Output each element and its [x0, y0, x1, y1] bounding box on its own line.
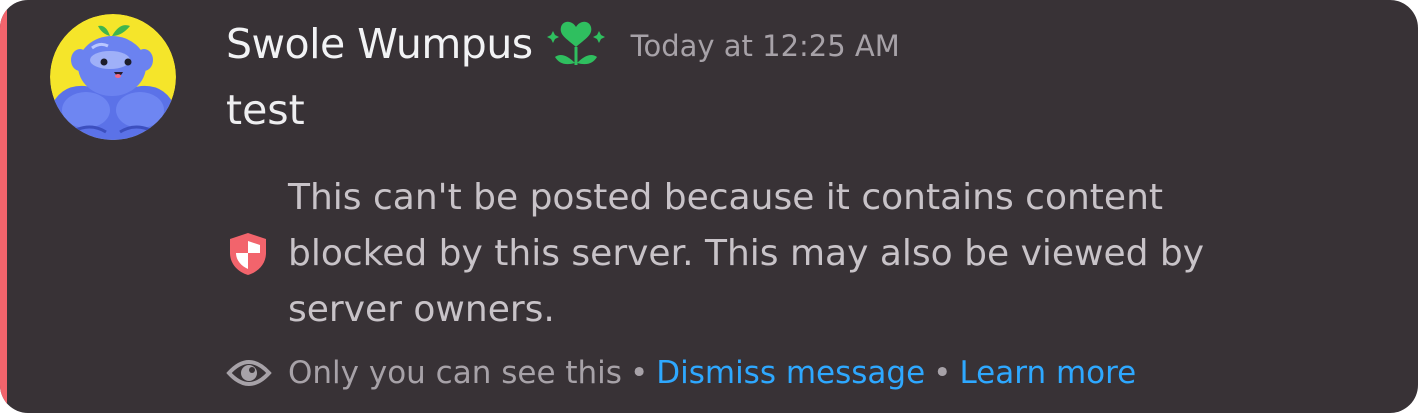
- blocked-notice-text: This can't be posted because it contains…: [288, 177, 1205, 330]
- eye-icon: [226, 353, 272, 393]
- learn-more-link[interactable]: Learn more: [959, 355, 1136, 391]
- shield-icon: [226, 231, 270, 277]
- message-footer: Only you can see this • Dismiss message …: [226, 345, 1136, 401]
- message-content: test: [226, 86, 305, 134]
- message-header: Swole Wumpus Today at 12:25 AM: [226, 14, 900, 74]
- message-timestamp[interactable]: Today at 12:25 AM: [631, 25, 900, 63]
- blocked-message-card: Swole Wumpus Today at 12:25 AM test This…: [0, 0, 1418, 413]
- blocked-content-notice: This can't be posted because it contains…: [226, 170, 1326, 338]
- separator-dot: •: [933, 355, 952, 391]
- wumpus-avatar-image: [50, 14, 176, 140]
- alert-accent-bar: [0, 0, 7, 413]
- separator-dot: •: [629, 355, 649, 391]
- dismiss-message-link[interactable]: Dismiss message: [656, 355, 925, 391]
- username[interactable]: Swole Wumpus: [226, 20, 533, 68]
- heart-flower-icon[interactable]: [546, 17, 605, 71]
- visibility-text: Only you can see this: [288, 355, 622, 391]
- avatar[interactable]: [50, 14, 176, 140]
